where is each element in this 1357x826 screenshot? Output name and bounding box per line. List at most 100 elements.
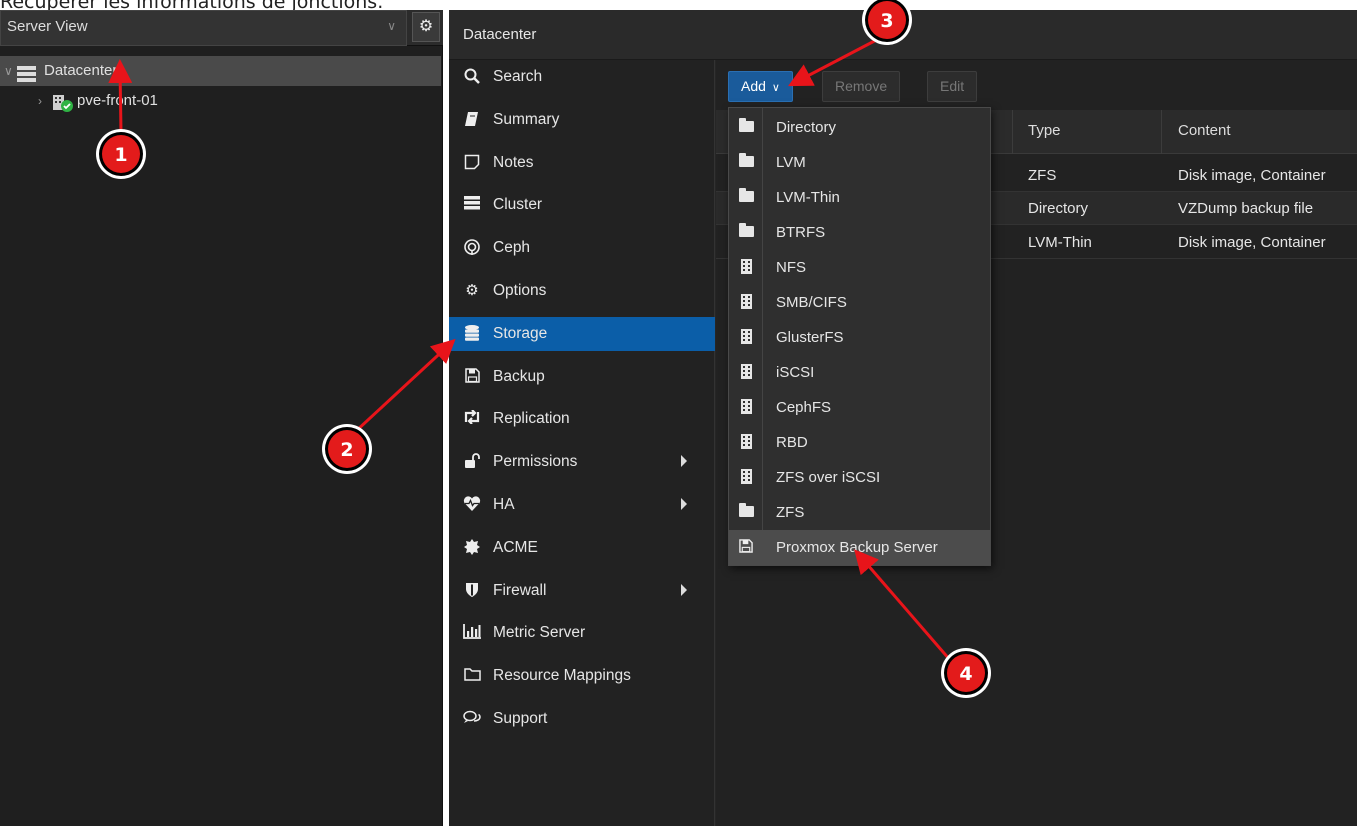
floppy-icon [463, 368, 481, 386]
page-title: Datacenter [463, 26, 537, 43]
nav-item-label: Backup [493, 368, 545, 385]
bar-chart-icon [463, 624, 481, 642]
comments-icon [463, 710, 481, 728]
nav-item-label: Replication [493, 410, 570, 427]
cell-type: Directory [1028, 200, 1089, 217]
add-button[interactable]: Add ∨ [728, 71, 793, 102]
nav-item-replication[interactable]: Replication [449, 402, 715, 436]
menu-item-label: ZFS [776, 504, 805, 521]
nav-item-storage[interactable]: Storage [449, 317, 715, 351]
menu-item-cephfs[interactable]: CephFS [729, 390, 990, 425]
menu-item-glusterfs[interactable]: GlusterFS [729, 320, 990, 355]
folder-icon [738, 153, 754, 170]
nav-item-label: ACME [493, 539, 538, 556]
folder-icon [738, 223, 754, 240]
chevron-right-icon[interactable]: › [38, 86, 42, 116]
column-header-type[interactable]: Type [1028, 122, 1061, 139]
submenu-arrow-icon[interactable] [681, 498, 687, 510]
server-icon [463, 196, 481, 214]
menu-item-nfs[interactable]: NFS [729, 250, 990, 285]
menu-item-zfs[interactable]: ZFS [729, 495, 990, 530]
nav-item-options[interactable]: ⚙ Options [449, 274, 715, 308]
nav-item-search[interactable]: Search [449, 60, 715, 94]
nav-item-label: Notes [493, 154, 534, 171]
heartbeat-icon [463, 496, 481, 514]
menu-item-label: NFS [776, 259, 806, 276]
submenu-arrow-icon[interactable] [681, 584, 687, 596]
datacenter-nav: Search Summary Notes Cluster Ceph ⚙ Opti… [449, 60, 715, 826]
retweet-icon [463, 409, 481, 428]
column-separator[interactable] [1012, 110, 1013, 154]
edit-button-label: Edit [940, 78, 965, 94]
nav-item-permissions[interactable]: Permissions [449, 445, 715, 479]
menu-item-label: LVM [776, 154, 806, 171]
nav-item-backup[interactable]: Backup [449, 360, 715, 394]
nav-item-label: HA [493, 496, 515, 513]
nav-item-summary[interactable]: Summary [449, 103, 715, 137]
nav-item-ceph[interactable]: Ceph [449, 231, 715, 265]
ceph-icon [463, 239, 481, 257]
nav-item-support[interactable]: Support [449, 702, 715, 736]
menu-item-zfs-over-iscsi[interactable]: ZFS over iSCSI [729, 460, 990, 495]
menu-item-label: CephFS [776, 399, 832, 416]
remove-button[interactable]: Remove [822, 71, 901, 102]
nav-item-cluster[interactable]: Cluster [449, 188, 715, 222]
folder-open-icon [463, 667, 481, 685]
menu-item-iscsi[interactable]: iSCSI [729, 355, 990, 390]
nav-item-label: Cluster [493, 196, 543, 213]
nav-item-ha[interactable]: HA [449, 488, 715, 522]
tree-item-node[interactable]: › pve-front-01 [0, 86, 441, 116]
building-icon [738, 364, 754, 380]
nav-item-label: Options [493, 282, 547, 299]
edit-button[interactable]: Edit [927, 71, 978, 102]
cell-content: Disk image, Container [1178, 234, 1326, 251]
menu-item-label: ZFS over iSCSI [776, 469, 881, 486]
menu-item-btrfs[interactable]: BTRFS [729, 215, 990, 250]
view-select[interactable]: Server View ∨ [0, 10, 407, 46]
menu-item-proxmox-backup-server[interactable]: Proxmox Backup Server [729, 530, 990, 565]
nav-item-label: Summary [493, 111, 560, 128]
chevron-down-icon: ∨ [387, 19, 396, 33]
chevron-down-icon[interactable]: ∨ [4, 56, 13, 86]
nav-item-acme[interactable]: ACME [449, 531, 715, 565]
menu-item-lvm-thin[interactable]: LVM-Thin [729, 180, 990, 215]
tree-item-datacenter[interactable]: ∨ Datacenter [0, 56, 441, 86]
folder-icon [738, 188, 754, 205]
column-separator[interactable] [1161, 110, 1162, 154]
building-icon [738, 329, 754, 345]
gear-icon[interactable]: ⚙ [412, 12, 440, 42]
cell-content: VZDump backup file [1178, 200, 1314, 217]
nav-item-label: Resource Mappings [493, 667, 631, 684]
shield-icon [463, 582, 481, 600]
nav-item-firewall[interactable]: Firewall [449, 574, 715, 608]
building-icon [738, 259, 754, 275]
nav-item-notes[interactable]: Notes [449, 146, 715, 180]
nav-item-resource-mappings[interactable]: Resource Mappings [449, 659, 715, 693]
menu-item-label: iSCSI [776, 364, 815, 381]
database-icon [463, 325, 481, 343]
note-icon [463, 154, 481, 172]
menu-item-smb-cifs[interactable]: SMB/CIFS [729, 285, 990, 320]
menu-item-rbd[interactable]: RBD [729, 425, 990, 460]
floppy-icon [738, 539, 754, 555]
remove-button-label: Remove [835, 78, 888, 94]
menu-item-lvm[interactable]: LVM [729, 145, 990, 180]
building-icon [738, 294, 754, 310]
cell-content: Disk image, Container [1178, 167, 1326, 184]
view-select-label: Server View [7, 18, 88, 35]
nav-item-metric-server[interactable]: Metric Server [449, 616, 715, 650]
nav-item-label: Metric Server [493, 624, 586, 641]
menu-item-label: GlusterFS [776, 329, 844, 346]
menu-item-directory[interactable]: Directory [729, 110, 990, 145]
menu-item-label: Directory [776, 119, 837, 136]
column-header-content[interactable]: Content [1178, 122, 1231, 139]
building-icon [738, 399, 754, 415]
nav-item-label: Firewall [493, 582, 547, 599]
menu-item-label: BTRFS [776, 224, 826, 241]
folder-icon [738, 503, 754, 520]
nav-item-label: Ceph [493, 239, 531, 256]
node-online-icon [52, 93, 74, 123]
book-icon [463, 111, 481, 129]
tree-item-label: Datacenter [44, 62, 118, 79]
submenu-arrow-icon[interactable] [681, 455, 687, 467]
